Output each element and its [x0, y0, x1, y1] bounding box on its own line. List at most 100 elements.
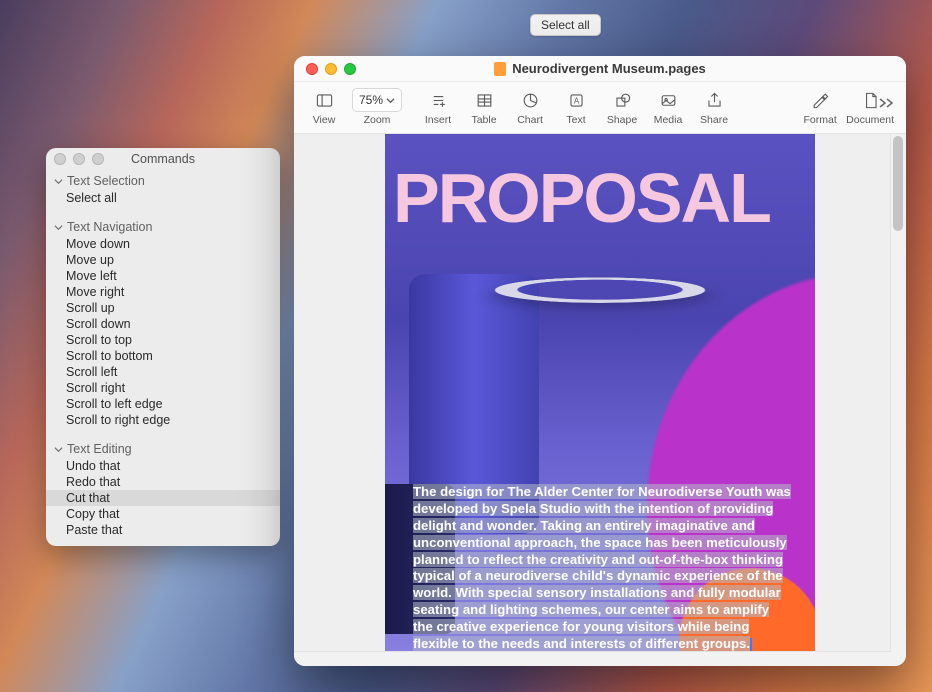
- minimize-icon[interactable]: [73, 153, 85, 165]
- insert-button[interactable]: Insert: [416, 86, 460, 128]
- document-page[interactable]: PROPOSAL The design for The Alder Center…: [385, 134, 815, 666]
- view-button[interactable]: View: [302, 86, 346, 128]
- tooltip-text: Select all: [541, 18, 590, 32]
- toolbar-label: Chart: [517, 114, 543, 126]
- page-body-text[interactable]: The design for The Alder Center for Neur…: [413, 484, 791, 653]
- chevron-down-icon: [386, 96, 395, 105]
- sidebar-icon: [310, 88, 338, 112]
- page-heading[interactable]: PROPOSAL: [385, 158, 815, 238]
- document-title: Neurodivergent Museum.pages: [494, 61, 706, 76]
- insert-icon: [424, 88, 452, 112]
- command-label: Move up: [66, 253, 114, 267]
- command-row[interactable]: Scroll to right edge: [46, 412, 280, 428]
- shape-button[interactable]: Shape: [600, 86, 644, 128]
- command-row[interactable]: Move right: [46, 284, 280, 300]
- command-row[interactable]: Move left: [46, 268, 280, 284]
- command-label: Scroll to top: [66, 333, 132, 347]
- scrollbar-thumb[interactable]: [893, 136, 903, 231]
- chart-icon: [516, 88, 544, 112]
- command-row[interactable]: Cut that: [46, 490, 280, 506]
- command-row[interactable]: Undo that: [46, 458, 280, 474]
- command-label: Move left: [66, 269, 117, 283]
- zoom-dropdown[interactable]: 75% Zoom: [348, 86, 406, 128]
- pages-titlebar[interactable]: Neurodivergent Museum.pages: [294, 56, 906, 82]
- shape-icon: [608, 88, 636, 112]
- chevron-down-icon: [54, 177, 63, 186]
- command-row[interactable]: Scroll right: [46, 380, 280, 396]
- toolbar-label: Format: [804, 114, 837, 126]
- document-canvas[interactable]: PROPOSAL The design for The Alder Center…: [294, 134, 906, 666]
- command-row[interactable]: Select all: [46, 190, 280, 206]
- section-text-selection[interactable]: Text Selection: [46, 170, 280, 190]
- close-icon[interactable]: [306, 63, 318, 75]
- chevron-double-right-icon: [878, 97, 896, 109]
- close-icon[interactable]: [54, 153, 66, 165]
- zoom-icon[interactable]: [92, 153, 104, 165]
- text-icon: A: [562, 88, 590, 112]
- toolbar-label: Share: [700, 114, 728, 126]
- format-icon: [806, 88, 834, 112]
- zoom-value: 75%: [352, 88, 402, 112]
- command-row[interactable]: Move up: [46, 252, 280, 268]
- selected-text: The design for The Alder Center for Neur…: [413, 484, 791, 651]
- toolbar-overflow[interactable]: [878, 96, 896, 114]
- share-button[interactable]: Share: [692, 86, 736, 128]
- minimize-icon[interactable]: [325, 63, 337, 75]
- command-row[interactable]: Scroll left: [46, 364, 280, 380]
- command-row[interactable]: Scroll down: [46, 316, 280, 332]
- command-label: Select all: [66, 191, 117, 205]
- command-row[interactable]: Redo that: [46, 474, 280, 490]
- command-row[interactable]: Scroll to bottom: [46, 348, 280, 364]
- commands-palette-window: Commands Text Selection Select all Text …: [46, 148, 280, 546]
- toolbar-label: Table: [471, 114, 496, 126]
- section-label: Text Selection: [67, 174, 145, 188]
- media-button[interactable]: Media: [646, 86, 690, 128]
- command-label: Scroll to bottom: [66, 349, 153, 363]
- pages-app-window: Neurodivergent Museum.pages View 75% Zoo…: [294, 56, 906, 666]
- toolbar-label: Text: [566, 114, 585, 126]
- toolbar-label: View: [313, 114, 336, 126]
- document-title-text: Neurodivergent Museum.pages: [512, 61, 706, 76]
- media-icon: [654, 88, 682, 112]
- horizontal-scrollbar[interactable]: [294, 651, 891, 666]
- zoom-value-text: 75%: [359, 93, 383, 107]
- toolbar: View 75% Zoom Insert Table Chart A Text: [294, 82, 906, 134]
- voice-command-tooltip: Select all: [530, 14, 601, 36]
- section-text-navigation[interactable]: Text Navigation: [46, 216, 280, 236]
- command-label: Copy that: [66, 507, 120, 521]
- command-label: Undo that: [66, 459, 120, 473]
- chart-button[interactable]: Chart: [508, 86, 552, 128]
- command-label: Scroll right: [66, 381, 125, 395]
- command-row[interactable]: Scroll up: [46, 300, 280, 316]
- vertical-scrollbar[interactable]: [890, 134, 905, 666]
- svg-text:A: A: [573, 96, 579, 105]
- format-button[interactable]: Format: [798, 86, 842, 128]
- command-row[interactable]: Move down: [46, 236, 280, 252]
- table-button[interactable]: Table: [462, 86, 506, 128]
- command-label: Move down: [66, 237, 130, 251]
- command-label: Scroll down: [66, 317, 131, 331]
- window-controls: [306, 63, 356, 75]
- pages-file-icon: [494, 62, 506, 76]
- table-icon: [470, 88, 498, 112]
- toolbar-label: Shape: [607, 114, 637, 126]
- section-text-editing[interactable]: Text Editing: [46, 438, 280, 458]
- command-row[interactable]: Paste that: [46, 522, 280, 538]
- share-icon: [700, 88, 728, 112]
- command-row[interactable]: Copy that: [46, 506, 280, 522]
- text-cursor: [750, 638, 752, 652]
- toolbar-label: Zoom: [364, 114, 391, 126]
- command-row[interactable]: Scroll to top: [46, 332, 280, 348]
- section-label: Text Navigation: [67, 220, 152, 234]
- command-row[interactable]: Scroll to left edge: [46, 396, 280, 412]
- command-label: Scroll to right edge: [66, 413, 170, 427]
- command-label: Paste that: [66, 523, 122, 537]
- chevron-down-icon: [54, 223, 63, 232]
- text-button[interactable]: A Text: [554, 86, 598, 128]
- command-label: Scroll left: [66, 365, 117, 379]
- toolbar-label: Insert: [425, 114, 451, 126]
- command-label: Move right: [66, 285, 124, 299]
- command-label: Scroll to left edge: [66, 397, 163, 411]
- zoom-icon[interactable]: [344, 63, 356, 75]
- commands-titlebar[interactable]: Commands: [46, 148, 280, 170]
